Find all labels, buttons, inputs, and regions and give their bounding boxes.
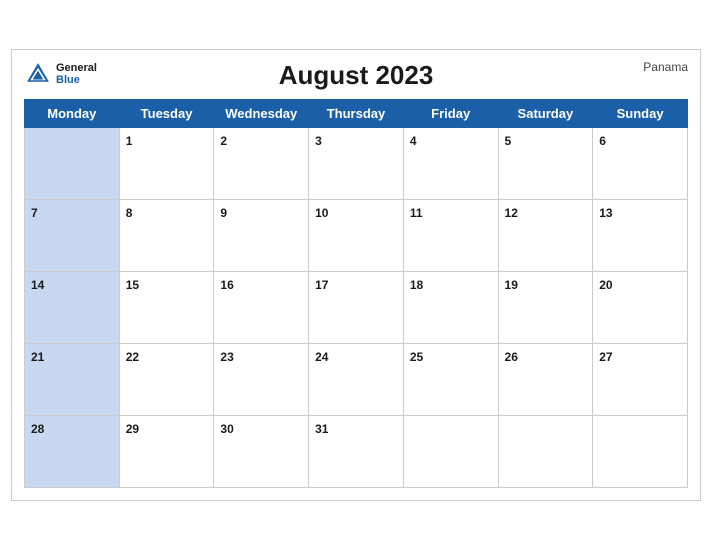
day-number: 11 xyxy=(410,206,423,220)
calendar-cell: 6 xyxy=(593,128,688,200)
day-number: 30 xyxy=(220,422,233,436)
day-number: 15 xyxy=(126,278,139,292)
calendar-cell: 23 xyxy=(214,344,309,416)
day-number: 24 xyxy=(315,350,328,364)
weekday-header-friday: Friday xyxy=(403,100,498,128)
weekday-header-monday: Monday xyxy=(25,100,120,128)
day-number: 20 xyxy=(599,278,612,292)
calendar-grid: MondayTuesdayWednesdayThursdayFridaySatu… xyxy=(24,99,688,488)
day-number: 23 xyxy=(220,350,233,364)
calendar-cell xyxy=(403,416,498,488)
weekday-header-tuesday: Tuesday xyxy=(119,100,214,128)
calendar-header: General Blue August 2023 Panama xyxy=(24,60,688,91)
calendar-cell xyxy=(498,416,593,488)
calendar-cell: 30 xyxy=(214,416,309,488)
calendar-cell: 22 xyxy=(119,344,214,416)
week-row-2: 14 15 16 17 18 19 20 xyxy=(25,272,688,344)
day-number: 10 xyxy=(315,206,328,220)
week-row-0: 1 2 3 4 5 6 xyxy=(25,128,688,200)
calendar-cell: 26 xyxy=(498,344,593,416)
calendar-cell: 31 xyxy=(309,416,404,488)
calendar-cell: 1 xyxy=(119,128,214,200)
calendar-cell: 21 xyxy=(25,344,120,416)
calendar-cell: 13 xyxy=(593,200,688,272)
calendar-cell: 25 xyxy=(403,344,498,416)
calendar-cell: 5 xyxy=(498,128,593,200)
day-number: 5 xyxy=(505,134,512,148)
calendar-cell xyxy=(25,128,120,200)
calendar-cell: 4 xyxy=(403,128,498,200)
day-number: 13 xyxy=(599,206,612,220)
week-row-3: 21 22 23 24 25 26 27 xyxy=(25,344,688,416)
day-number: 4 xyxy=(410,134,417,148)
calendar-cell: 12 xyxy=(498,200,593,272)
day-number: 25 xyxy=(410,350,423,364)
logo-text-wrapper: General Blue xyxy=(56,62,97,86)
day-number: 28 xyxy=(31,422,44,436)
calendar-cell: 9 xyxy=(214,200,309,272)
day-number: 31 xyxy=(315,422,328,436)
day-number: 14 xyxy=(31,278,44,292)
calendar-title: August 2023 xyxy=(279,60,434,91)
logo-area: General Blue xyxy=(24,60,97,88)
calendar-cell: 15 xyxy=(119,272,214,344)
day-number: 21 xyxy=(31,350,44,364)
calendar-container: General Blue August 2023 Panama MondayTu… xyxy=(11,49,701,501)
day-number: 27 xyxy=(599,350,612,364)
weekday-header-row: MondayTuesdayWednesdayThursdayFridaySatu… xyxy=(25,100,688,128)
calendar-cell: 18 xyxy=(403,272,498,344)
week-row-1: 7 8 9 10 11 12 13 xyxy=(25,200,688,272)
day-number: 9 xyxy=(220,206,227,220)
day-number: 2 xyxy=(220,134,227,148)
calendar-cell: 3 xyxy=(309,128,404,200)
calendar-cell: 29 xyxy=(119,416,214,488)
calendar-cell: 28 xyxy=(25,416,120,488)
day-number: 6 xyxy=(599,134,606,148)
day-number: 18 xyxy=(410,278,423,292)
day-number: 8 xyxy=(126,206,133,220)
logo-blue-text: Blue xyxy=(56,74,80,86)
day-number: 26 xyxy=(505,350,518,364)
day-number: 19 xyxy=(505,278,518,292)
day-number: 7 xyxy=(31,206,38,220)
weekday-header-wednesday: Wednesday xyxy=(214,100,309,128)
calendar-cell: 14 xyxy=(25,272,120,344)
calendar-cell: 8 xyxy=(119,200,214,272)
logo-icon xyxy=(24,60,52,88)
weekday-header-sunday: Sunday xyxy=(593,100,688,128)
weekday-header-thursday: Thursday xyxy=(309,100,404,128)
calendar-cell: 24 xyxy=(309,344,404,416)
day-number: 22 xyxy=(126,350,139,364)
calendar-cell: 16 xyxy=(214,272,309,344)
weekday-header-saturday: Saturday xyxy=(498,100,593,128)
calendar-cell: 20 xyxy=(593,272,688,344)
logo-general-text: General xyxy=(56,62,97,74)
day-number: 16 xyxy=(220,278,233,292)
calendar-cell: 2 xyxy=(214,128,309,200)
week-row-4: 28 29 30 31 xyxy=(25,416,688,488)
calendar-cell: 19 xyxy=(498,272,593,344)
day-number: 1 xyxy=(126,134,133,148)
calendar-cell: 10 xyxy=(309,200,404,272)
calendar-cell xyxy=(593,416,688,488)
calendar-cell: 7 xyxy=(25,200,120,272)
calendar-cell: 17 xyxy=(309,272,404,344)
day-number: 17 xyxy=(315,278,328,292)
day-number: 12 xyxy=(505,206,518,220)
day-number: 29 xyxy=(126,422,139,436)
calendar-cell: 27 xyxy=(593,344,688,416)
country-label: Panama xyxy=(643,60,688,74)
calendar-cell: 11 xyxy=(403,200,498,272)
day-number: 3 xyxy=(315,134,322,148)
